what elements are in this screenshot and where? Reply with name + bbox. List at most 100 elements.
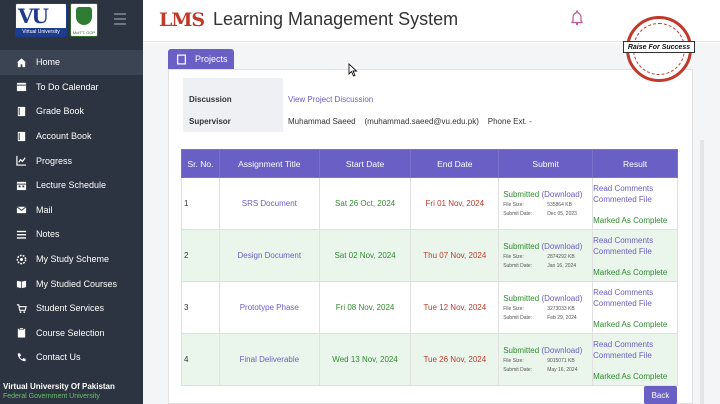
commented-file-link[interactable]: Commented File bbox=[593, 246, 677, 257]
sidebar-item-student-services[interactable]: Student Services bbox=[0, 296, 143, 321]
page-title: Learning Management System bbox=[213, 9, 459, 29]
notification-bell-icon[interactable] bbox=[570, 9, 584, 26]
sidebar-item-label: My Study Scheme bbox=[36, 254, 110, 265]
sr-no: 1 bbox=[181, 177, 220, 230]
vu-logo-subtitle: Virtual University bbox=[16, 28, 66, 36]
assignment-title: SRS Document bbox=[218, 177, 320, 230]
info-row-supervisor: Supervisor Muhammad Saeed (muhammad.saee… bbox=[183, 110, 678, 132]
sidebar-item-course-selection[interactable]: Course Selection bbox=[0, 321, 143, 346]
sidebar-item-contact-us[interactable]: Contact Us bbox=[0, 345, 143, 370]
clipboard-icon bbox=[16, 327, 27, 338]
vu-logo[interactable]: VU Virtual University bbox=[15, 3, 67, 37]
start-date: Wed 13 Nov, 2024 bbox=[318, 333, 412, 386]
submit-cell: Submitted (Download) File Size: 535864 KB… bbox=[498, 177, 594, 230]
download-link[interactable]: (Download) bbox=[541, 294, 582, 303]
submit-status: Submitted bbox=[503, 190, 540, 199]
end-date: Thu 07 Nov, 2024 bbox=[410, 229, 500, 282]
list-icon bbox=[16, 229, 27, 240]
file-icon bbox=[176, 53, 187, 65]
download-link[interactable]: (Download) bbox=[541, 242, 582, 251]
submit-date: Dec 05, 2023 bbox=[547, 211, 577, 217]
supervisor-value: Muhammad Saeed (muhammad.saeed@vu.edu.pk… bbox=[288, 116, 532, 126]
file-size-label: File Size: bbox=[503, 358, 524, 364]
submit-status: Submitted bbox=[503, 242, 540, 251]
file-size: 3273033 KB bbox=[547, 306, 575, 312]
vertical-scrollbar[interactable] bbox=[700, 140, 704, 404]
result-cell: Read Comments Commented File Marked As C… bbox=[592, 281, 678, 334]
read-comments-link[interactable]: Read Comments bbox=[593, 183, 677, 194]
sidebar-item-label: Lecture Schedule bbox=[36, 180, 107, 191]
submit-date-label: Submit Date: bbox=[503, 263, 533, 269]
book-icon bbox=[16, 131, 27, 142]
crest-icon bbox=[76, 7, 92, 25]
sidebar-item-account-book[interactable]: Account Book bbox=[0, 124, 143, 149]
menu-toggle-icon[interactable] bbox=[114, 13, 126, 25]
column-header: End Date bbox=[410, 149, 500, 178]
submit-date-label: Submit Date: bbox=[503, 367, 533, 373]
assignment-title: Prototype Phase bbox=[218, 281, 320, 334]
sidebar-item-label: To Do Calendar bbox=[36, 81, 99, 92]
sidebar-item-progress[interactable]: Progress bbox=[0, 148, 143, 173]
commented-file-link[interactable]: Commented File bbox=[593, 194, 677, 205]
sr-no: 4 bbox=[181, 333, 220, 386]
start-date: Fri 08 Nov, 2024 bbox=[318, 281, 412, 334]
result-status: Marked As Complete bbox=[593, 371, 668, 381]
sidebar-item-my-study-scheme[interactable]: My Study Scheme bbox=[0, 247, 143, 272]
sidebar-item-lecture-schedule[interactable]: Lecture Schedule bbox=[0, 173, 143, 198]
chart-line-icon bbox=[16, 155, 27, 166]
file-size-label: File Size: bbox=[503, 202, 524, 208]
sidebar-item-to-do-calendar[interactable]: To Do Calendar bbox=[0, 75, 143, 100]
gear-icon bbox=[16, 254, 27, 265]
phone-icon bbox=[16, 352, 27, 363]
submit-status: Submitted bbox=[503, 346, 540, 355]
info-key bbox=[183, 78, 283, 88]
end-date: Fri 01 Nov, 2024 bbox=[410, 177, 500, 230]
cart-icon bbox=[16, 303, 27, 314]
sr-no: 3 bbox=[181, 281, 220, 334]
sr-no: 2 bbox=[181, 229, 220, 282]
back-button[interactable]: Back bbox=[644, 386, 677, 404]
view-project-discussion-link[interactable]: View Project Discussion bbox=[283, 88, 373, 110]
tab-projects[interactable]: Projects bbox=[168, 49, 234, 69]
table-row: 3 Prototype Phase Fri 08 Nov, 2024 Tue 1… bbox=[181, 281, 678, 334]
sidebar-item-label: Home bbox=[36, 57, 61, 68]
commented-file-link[interactable]: Commented File bbox=[593, 350, 677, 361]
info-key: Supervisor bbox=[183, 110, 283, 132]
calendar-icon bbox=[16, 180, 27, 191]
sidebar-item-notes[interactable]: Notes bbox=[0, 222, 143, 247]
download-link[interactable]: (Download) bbox=[541, 190, 582, 199]
seal-text: Raise For Success bbox=[623, 41, 695, 53]
sidebar-item-label: Account Book bbox=[36, 131, 92, 142]
download-link[interactable]: (Download) bbox=[541, 346, 582, 355]
lms-logo[interactable]: LMS bbox=[159, 9, 205, 31]
tab-label: Projects bbox=[195, 54, 228, 64]
sidebar-item-grade-book[interactable]: Grade Book bbox=[0, 99, 143, 124]
start-date: Sat 02 Nov, 2024 bbox=[318, 229, 412, 282]
info-row-clipped bbox=[183, 78, 678, 88]
sidebar-item-home[interactable]: Home bbox=[0, 50, 143, 75]
sidebar: VU Virtual University MoITT, GOP Home To… bbox=[0, 0, 143, 404]
end-date: Tue 12 Nov, 2024 bbox=[410, 281, 500, 334]
government-logo: MoITT, GOP bbox=[70, 3, 98, 37]
column-header: Start Date bbox=[318, 149, 412, 178]
result-cell: Read Comments Commented File Marked As C… bbox=[592, 333, 678, 386]
read-comments-link[interactable]: Read Comments bbox=[593, 339, 677, 350]
read-comments-link[interactable]: Read Comments bbox=[593, 287, 677, 298]
sidebar-item-label: Mail bbox=[36, 204, 53, 215]
submit-date-label: Submit Date: bbox=[503, 211, 533, 217]
sidebar-item-mail[interactable]: Mail bbox=[0, 198, 143, 223]
commented-file-link[interactable]: Commented File bbox=[593, 298, 677, 309]
file-size: 9015071 KB bbox=[547, 358, 575, 364]
submit-cell: Submitted (Download) File Size: 9015071 K… bbox=[498, 333, 594, 386]
end-date: Tue 26 Nov, 2024 bbox=[410, 333, 500, 386]
read-comments-link[interactable]: Read Comments bbox=[593, 235, 677, 246]
table-row: 4 Final Deliverable Wed 13 Nov, 2024 Tue… bbox=[181, 333, 678, 386]
sidebar-item-label: Course Selection bbox=[36, 327, 105, 338]
result-status: Marked As Complete bbox=[593, 267, 668, 277]
submit-date: May 16, 2024 bbox=[547, 367, 578, 373]
column-header: Assignment Title bbox=[218, 149, 320, 178]
assignment-title: Design Document bbox=[218, 229, 320, 282]
table-header-row: Sr. No. Assignment Title Start Date End … bbox=[181, 149, 678, 178]
sidebar-item-my-studied-courses[interactable]: My Studied Courses bbox=[0, 271, 143, 296]
result-cell: Read Comments Commented File Marked As C… bbox=[592, 229, 678, 282]
